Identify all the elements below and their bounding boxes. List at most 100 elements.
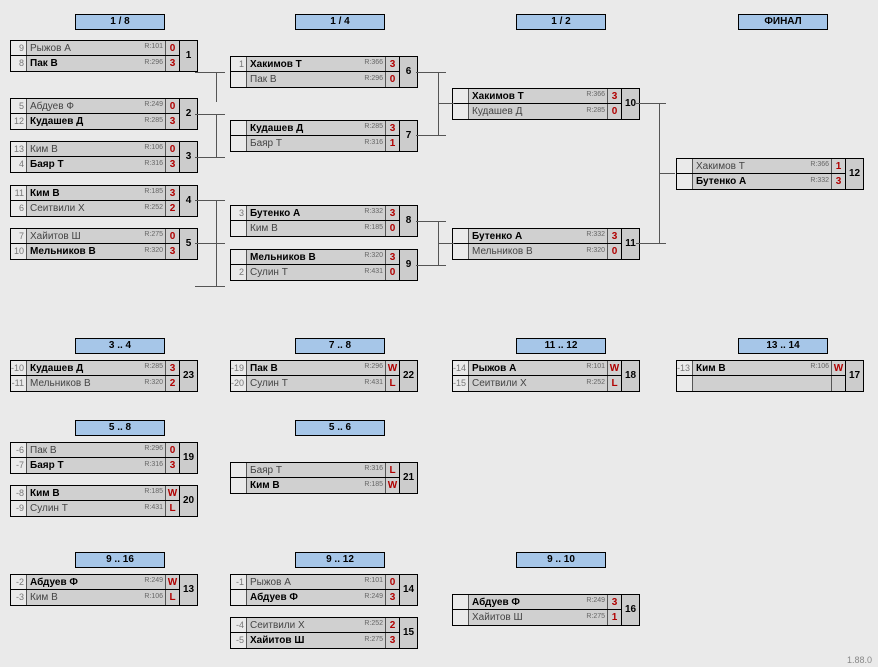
round-label-18: 1 / 8 xyxy=(75,14,165,30)
player-name: Хайитов ШR:275 xyxy=(247,633,385,648)
match-17: -13 Ким ВR:106 W 17 xyxy=(676,360,846,392)
match-number: 20 xyxy=(180,485,198,517)
round-label-1314: 13 .. 14 xyxy=(738,338,828,354)
match-row: -6 Пак ВR:296 0 xyxy=(10,442,180,458)
player-name: Хакимов ТR:366 xyxy=(247,57,385,71)
round-label-910: 9 .. 10 xyxy=(516,552,606,568)
match-row: -13 Ким ВR:106 W xyxy=(676,360,846,376)
match-row: Баяр ТR:316 1 xyxy=(230,136,400,152)
player-name: Абдуев ФR:249 xyxy=(247,590,385,605)
rating: R:185 xyxy=(364,220,383,235)
player-name: Ким ВR:185 xyxy=(27,486,165,500)
score: W xyxy=(385,478,399,493)
rating: R:366 xyxy=(364,55,383,70)
match-row: -3 Ким ВR:106 L xyxy=(10,590,180,606)
score: 3 xyxy=(385,57,399,71)
rating: R:101 xyxy=(586,359,605,374)
rating: R:320 xyxy=(364,248,383,263)
seed xyxy=(453,89,469,103)
player-name: Абдуев ФR:249 xyxy=(469,595,607,609)
match-row: 5 Абдуев ФR:249 0 xyxy=(10,98,180,114)
match-row: Мельников ВR:320 0 xyxy=(452,244,622,260)
match-row: Кудашев ДR:285 0 xyxy=(452,104,622,120)
player-name: Кудашев ДR:285 xyxy=(469,104,607,119)
rating: R:252 xyxy=(144,200,163,215)
rating: R:296 xyxy=(144,55,163,70)
player-name: Бутенко АR:332 xyxy=(247,206,385,220)
seed xyxy=(231,463,247,477)
seed xyxy=(231,72,247,87)
match-row: Абдуев ФR:249 3 xyxy=(230,590,400,606)
rating: R:275 xyxy=(586,609,605,624)
score: W xyxy=(831,361,845,375)
match-row: -8 Ким ВR:185 W xyxy=(10,485,180,501)
match-number: 13 xyxy=(180,574,198,606)
player-name: Рыжов АR:101 xyxy=(27,41,165,55)
seed xyxy=(231,250,247,264)
match-row: 12 Кудашев ДR:285 3 xyxy=(10,114,180,130)
match-19: -6 Пак ВR:296 0 -7 Баяр ТR:316 3 19 xyxy=(10,442,180,474)
rating: R:431 xyxy=(364,375,383,390)
rating: R:249 xyxy=(144,97,163,112)
rating: R:296 xyxy=(364,71,383,86)
score: 0 xyxy=(385,265,399,280)
player-name: Кудашев ДR:285 xyxy=(27,361,165,375)
match-number: 21 xyxy=(400,462,418,494)
score: 3 xyxy=(165,157,179,172)
match-row: Кудашев ДR:285 3 xyxy=(230,120,400,136)
player-name: Пак ВR:296 xyxy=(247,361,385,375)
player-name: Хайитов ШR:275 xyxy=(469,610,607,625)
player-name: Хакимов ТR:366 xyxy=(693,159,831,173)
match-2: 5 Абдуев ФR:249 0 12 Кудашев ДR:285 3 2 xyxy=(10,98,180,130)
seed xyxy=(231,590,247,605)
seed: 1 xyxy=(231,57,247,71)
player-name: Абдуев ФR:249 xyxy=(27,99,165,113)
seed xyxy=(231,221,247,236)
seed: 12 xyxy=(11,114,27,129)
match-number: 23 xyxy=(180,360,198,392)
match-14: -1 Рыжов АR:101 0 Абдуев ФR:249 3 14 xyxy=(230,574,400,606)
player-name: Хайитов ШR:275 xyxy=(27,229,165,243)
player-name: Бутенко АR:332 xyxy=(469,229,607,243)
player-name: Баяр ТR:316 xyxy=(247,136,385,151)
match-row: 13 Ким ВR:106 0 xyxy=(10,141,180,157)
round-label-78: 7 .. 8 xyxy=(295,338,385,354)
seed xyxy=(453,229,469,243)
seed: -3 xyxy=(11,590,27,605)
player-name: Пак ВR:296 xyxy=(27,56,165,71)
match-row: 9 Рыжов АR:101 0 xyxy=(10,40,180,56)
match-row: 1 Хакимов ТR:366 3 xyxy=(230,56,400,72)
seed: 5 xyxy=(11,99,27,113)
player-name: Кудашев ДR:285 xyxy=(27,114,165,129)
score: L xyxy=(607,376,621,391)
version-label: 1.88.0 xyxy=(847,655,872,665)
match-16: Абдуев ФR:249 3 Хайитов ШR:275 1 16 xyxy=(452,594,622,626)
rating: R:332 xyxy=(810,173,829,188)
match-number: 11 xyxy=(622,228,640,260)
score: L xyxy=(165,501,179,516)
match-number: 7 xyxy=(400,120,418,152)
player-name: Пак ВR:296 xyxy=(247,72,385,87)
rating: R:185 xyxy=(144,484,163,499)
rating: R:431 xyxy=(364,264,383,279)
match-12: Хакимов ТR:366 1 Бутенко АR:332 3 12 xyxy=(676,158,846,190)
match-row: -15 Сеитвили ХR:252 L xyxy=(452,376,622,392)
rating: R:101 xyxy=(364,573,383,588)
match-15: -4 Сеитвили ХR:252 2 -5 Хайитов ШR:275 3… xyxy=(230,617,400,649)
match-7: Кудашев ДR:285 3 Баяр ТR:316 1 7 xyxy=(230,120,400,152)
player-name: Ким ВR:106 xyxy=(27,142,165,156)
round-label-14: 1 / 4 xyxy=(295,14,385,30)
score: 0 xyxy=(165,229,179,243)
seed xyxy=(453,595,469,609)
score: 3 xyxy=(385,250,399,264)
seed: -14 xyxy=(453,361,469,375)
match-23: -10 Кудашев ДR:285 3 -11 Мельников ВR:32… xyxy=(10,360,180,392)
match-number: 15 xyxy=(400,617,418,649)
match-number: 22 xyxy=(400,360,418,392)
player-name: Сеитвили ХR:252 xyxy=(247,618,385,632)
seed xyxy=(453,104,469,119)
seed: 7 xyxy=(11,229,27,243)
score: 2 xyxy=(165,201,179,216)
match-number: 5 xyxy=(180,228,198,260)
rating: R:101 xyxy=(144,39,163,54)
